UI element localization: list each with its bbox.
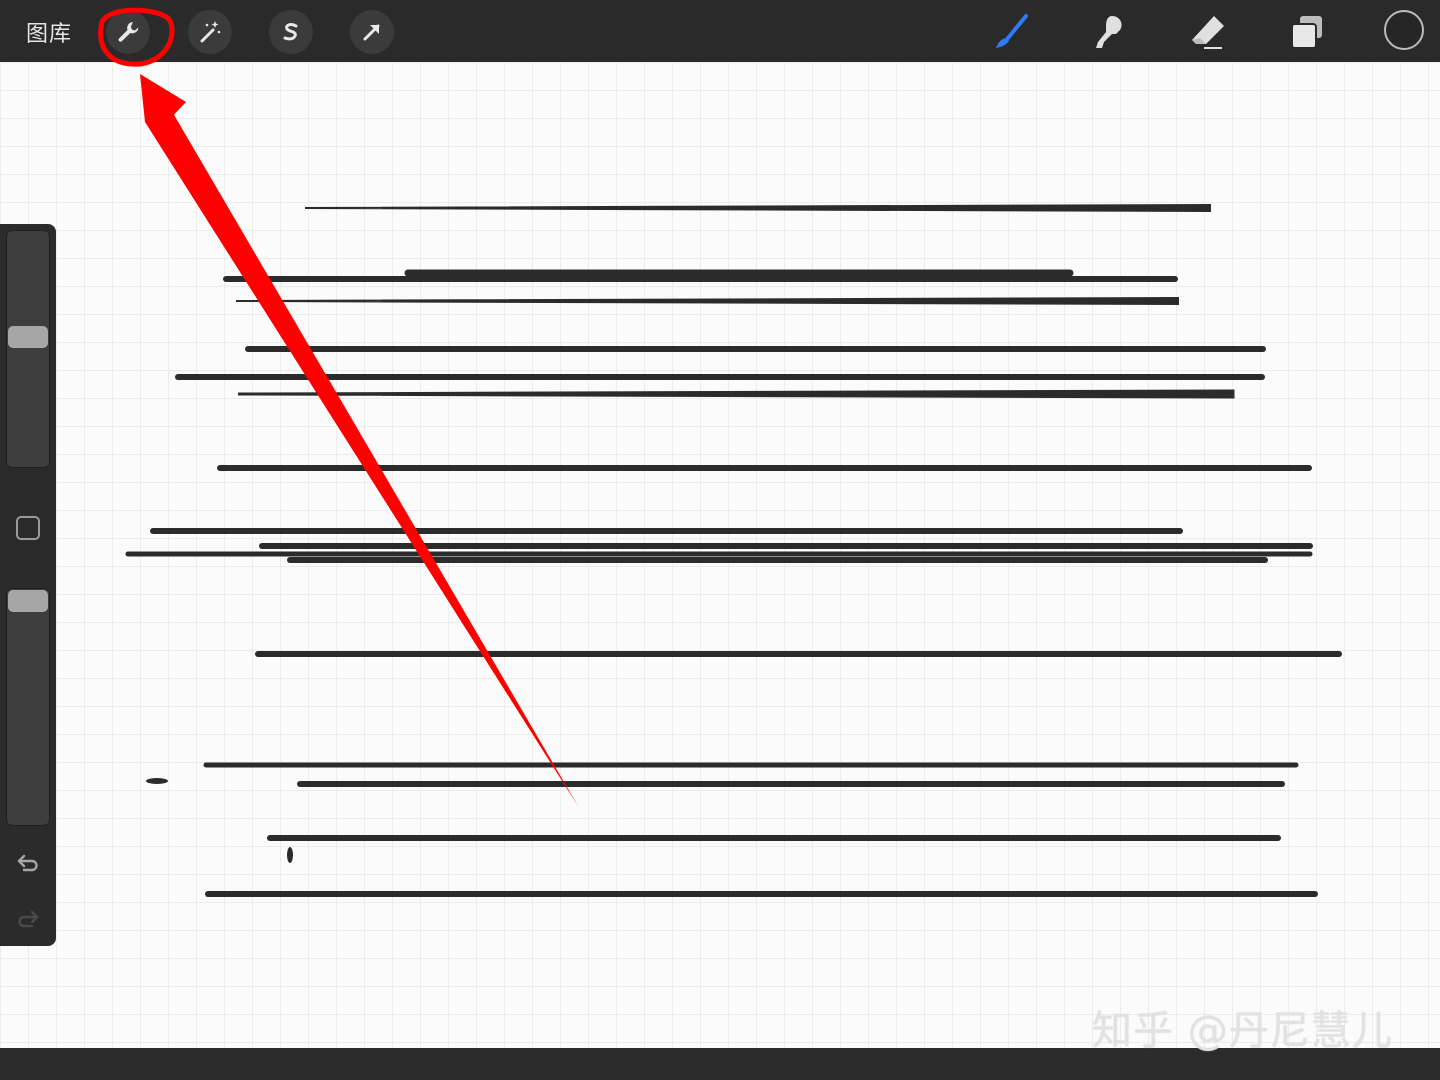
layers-icon[interactable]	[1288, 12, 1328, 52]
stroke-dot-1	[146, 778, 168, 784]
actions-button[interactable]	[106, 10, 150, 54]
stroke-4	[235, 296, 1179, 306]
watermark-text: 知乎 @丹尼慧儿	[1092, 1008, 1393, 1054]
wrench-icon	[118, 22, 139, 42]
selection-button[interactable]	[269, 10, 313, 54]
color-picker-button[interactable]	[1384, 10, 1424, 50]
canvas-strokes	[125, 203, 1342, 897]
brush-size-slider[interactable]	[6, 230, 50, 468]
opacity-thumb[interactable]	[8, 590, 48, 612]
gallery-button[interactable]: 图库	[26, 16, 72, 48]
smudge-icon[interactable]	[1090, 12, 1130, 52]
opacity-slider[interactable]	[6, 588, 50, 826]
top-toolbar: 图库	[0, 0, 1440, 62]
drawing-canvas[interactable]	[0, 62, 1440, 1048]
magic-wand-icon	[200, 21, 221, 43]
stroke-dot-2	[287, 847, 293, 863]
transform-button[interactable]	[350, 10, 394, 54]
transform-arrow-icon	[363, 24, 380, 41]
undo-icon[interactable]	[14, 848, 42, 876]
adjustments-button[interactable]	[188, 10, 232, 54]
left-sidebar	[0, 224, 56, 946]
modify-square-icon[interactable]	[16, 516, 40, 540]
brush-size-thumb[interactable]	[8, 326, 48, 348]
eraser-icon[interactable]	[1188, 12, 1228, 52]
selection-s-icon	[283, 23, 298, 41]
stroke-1	[304, 203, 1211, 213]
stroke-7	[237, 389, 1235, 399]
brush-icon[interactable]	[992, 12, 1032, 52]
redo-icon[interactable]	[14, 904, 42, 932]
